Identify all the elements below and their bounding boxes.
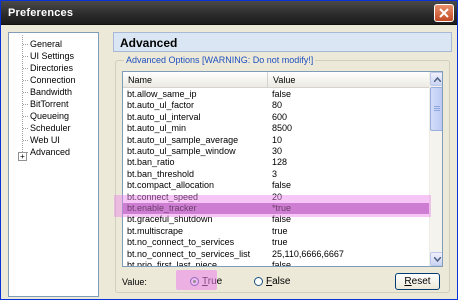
scroll-down-button[interactable] (430, 252, 442, 266)
close-icon (439, 8, 449, 18)
option-value: 128 (272, 157, 288, 168)
option-value: false (272, 180, 292, 191)
option-value: 600 (272, 111, 288, 122)
option-value: false (272, 260, 292, 267)
advanced-options-group: Advanced Options [WARNING: Do not modify… (115, 55, 450, 293)
tree-connector-line (22, 35, 23, 156)
option-value: true (272, 237, 288, 248)
expand-icon[interactable]: + (18, 152, 27, 161)
sidebar-item-label: Queueing (30, 111, 70, 121)
option-value: 8500 (272, 123, 293, 134)
table-row[interactable]: bt.compact_allocation false (123, 180, 429, 191)
arrow-down-icon (434, 257, 441, 262)
thumb-grip (434, 108, 440, 109)
sidebar-item-label: Bandwidth (30, 87, 73, 97)
option-name: bt.ban_ratio (127, 157, 175, 168)
table-row[interactable]: bt.no_connect_to_services true (123, 237, 429, 248)
false-radio-label[interactable]: False (266, 276, 290, 287)
advanced-panel: Advanced Advanced Options [WARNING: Do n… (113, 32, 452, 297)
reset-button[interactable]: Reset (395, 273, 440, 290)
sidebar-item-label: UI Settings (30, 51, 75, 61)
option-name: bt.auto_ul_min (127, 123, 187, 134)
table-row[interactable]: bt.auto_ul_factor 80 (123, 100, 429, 111)
panel-title: Advanced (120, 36, 178, 50)
option-name: bt.no_connect_to_services_list (127, 248, 251, 259)
window-title: Preferences (8, 7, 74, 19)
option-value: 80 (272, 100, 283, 111)
sidebar-item-label: Directories (30, 63, 74, 73)
table-row[interactable]: bt.auto_ul_sample_average 10 (123, 135, 429, 146)
table-row[interactable]: bt.prio_first_last_piece false (123, 260, 429, 267)
table-row[interactable]: bt.auto_ul_sample_window 30 (123, 146, 429, 157)
sidebar-item-label: Scheduler (30, 123, 71, 133)
close-button[interactable] (434, 4, 454, 22)
value-label: Value: (122, 277, 147, 287)
sidebar-item-label: BitTorrent (30, 99, 69, 109)
option-name: bt.auto_ul_sample_window (127, 146, 236, 156)
table-row[interactable]: bt.allow_same_ip false (123, 89, 429, 100)
panel-header: Advanced (113, 32, 452, 52)
scroll-thumb[interactable] (430, 87, 442, 131)
option-value: 3 (272, 168, 278, 179)
table-row[interactable]: bt.ban_threshold 3 (123, 169, 429, 180)
thumb-grip (434, 110, 440, 111)
option-value: 25,110,6666,6667 (272, 248, 344, 259)
column-header-value[interactable]: Value (268, 72, 429, 88)
true-option-highlight (176, 270, 217, 290)
vertical-scrollbar[interactable] (429, 72, 442, 266)
selected-row-highlight (114, 195, 431, 217)
sidebar-item-label: Connection (30, 75, 76, 85)
option-name: bt.allow_same_ip (127, 89, 197, 99)
option-name: bt.auto_ul_sample_average (127, 134, 239, 145)
thumb-grip (434, 106, 440, 107)
table-row[interactable]: bt.no_connect_to_services_list 25,110,666… (123, 249, 429, 260)
table-row[interactable]: bt.auto_ul_min 8500 (123, 123, 429, 134)
option-value: 10 (272, 134, 283, 145)
list-header: Name Value (123, 72, 429, 88)
arrow-up-icon (434, 77, 441, 82)
option-name: bt.auto_ul_interval (127, 111, 201, 122)
reset-accel-key: R (404, 276, 412, 287)
table-row[interactable]: bt.auto_ul_interval 600 (123, 112, 429, 123)
option-name: bt.prio_first_last_piece (127, 260, 218, 267)
group-title: Advanced Options [WARNING: Do not modify… (124, 55, 316, 66)
reset-label-rest: eset (411, 276, 431, 287)
option-value: 30 (272, 146, 283, 156)
false-radio[interactable] (254, 277, 263, 286)
option-name: bt.compact_allocation (127, 180, 215, 191)
option-name: bt.auto_ul_factor (127, 100, 195, 111)
option-value: true (272, 225, 288, 236)
scroll-up-button[interactable] (430, 72, 442, 86)
title-bar[interactable]: Preferences (1, 1, 457, 25)
table-row[interactable]: bt.ban_ratio 128 (123, 157, 429, 168)
sidebar-item-label: General (30, 39, 63, 49)
false-label-rest: alse (272, 276, 291, 287)
option-name: bt.ban_threshold (127, 168, 195, 179)
sidebar-item-label: Web UI (30, 135, 60, 145)
options-list[interactable]: Name Value bt.allow_same_ip false bt.auto_… (122, 71, 443, 267)
column-header-name[interactable]: Name (123, 72, 268, 88)
preferences-window: Preferences + General UI Settings Director… (0, 0, 458, 300)
option-value: false (272, 89, 292, 99)
value-editor: Value: True False Reset (122, 273, 443, 290)
option-name: bt.no_connect_to_services (127, 237, 235, 248)
table-row[interactable]: bt.multiscrape true (123, 226, 429, 237)
category-tree: + General UI Settings Directories Connectio… (8, 32, 99, 297)
sidebar-item-label: Advanced (30, 147, 71, 157)
option-name: bt.multiscrape (127, 225, 184, 236)
